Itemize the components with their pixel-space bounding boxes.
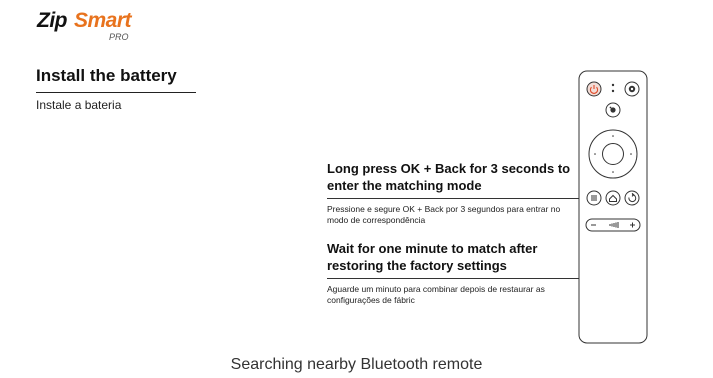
brand-name-part-2: Smart [74, 9, 132, 32]
brand-logo: Zip Smart PRO [37, 9, 147, 43]
instruction-step-1: Long press OK + Back for 3 seconds to en… [327, 160, 582, 225]
section-divider [36, 92, 196, 93]
step-2-title: Wait for one minute to match after resto… [327, 241, 538, 273]
brand-name-part-1: Zip [37, 9, 68, 32]
status-text: Searching nearby Bluetooth remote [230, 356, 483, 373]
section-subtitle: Instale a bateria [36, 98, 122, 112]
power-button-icon [586, 81, 602, 97]
instruction-step-2: Wait for one minute to match after resto… [327, 240, 582, 305]
step-1-description: Pressione e segure OK + Back por 3 segun… [327, 204, 561, 225]
section-title: Install the battery [36, 66, 177, 85]
brand-name-part-3: PRO [109, 32, 129, 42]
step-1-title: Long press OK + Back for 3 seconds to en… [327, 161, 571, 193]
remote-control-illustration [578, 70, 648, 344]
step-2-divider [327, 278, 582, 279]
step-1-divider [327, 198, 582, 199]
step-2-description: Aguarde um minuto para combinar depois d… [327, 284, 545, 305]
